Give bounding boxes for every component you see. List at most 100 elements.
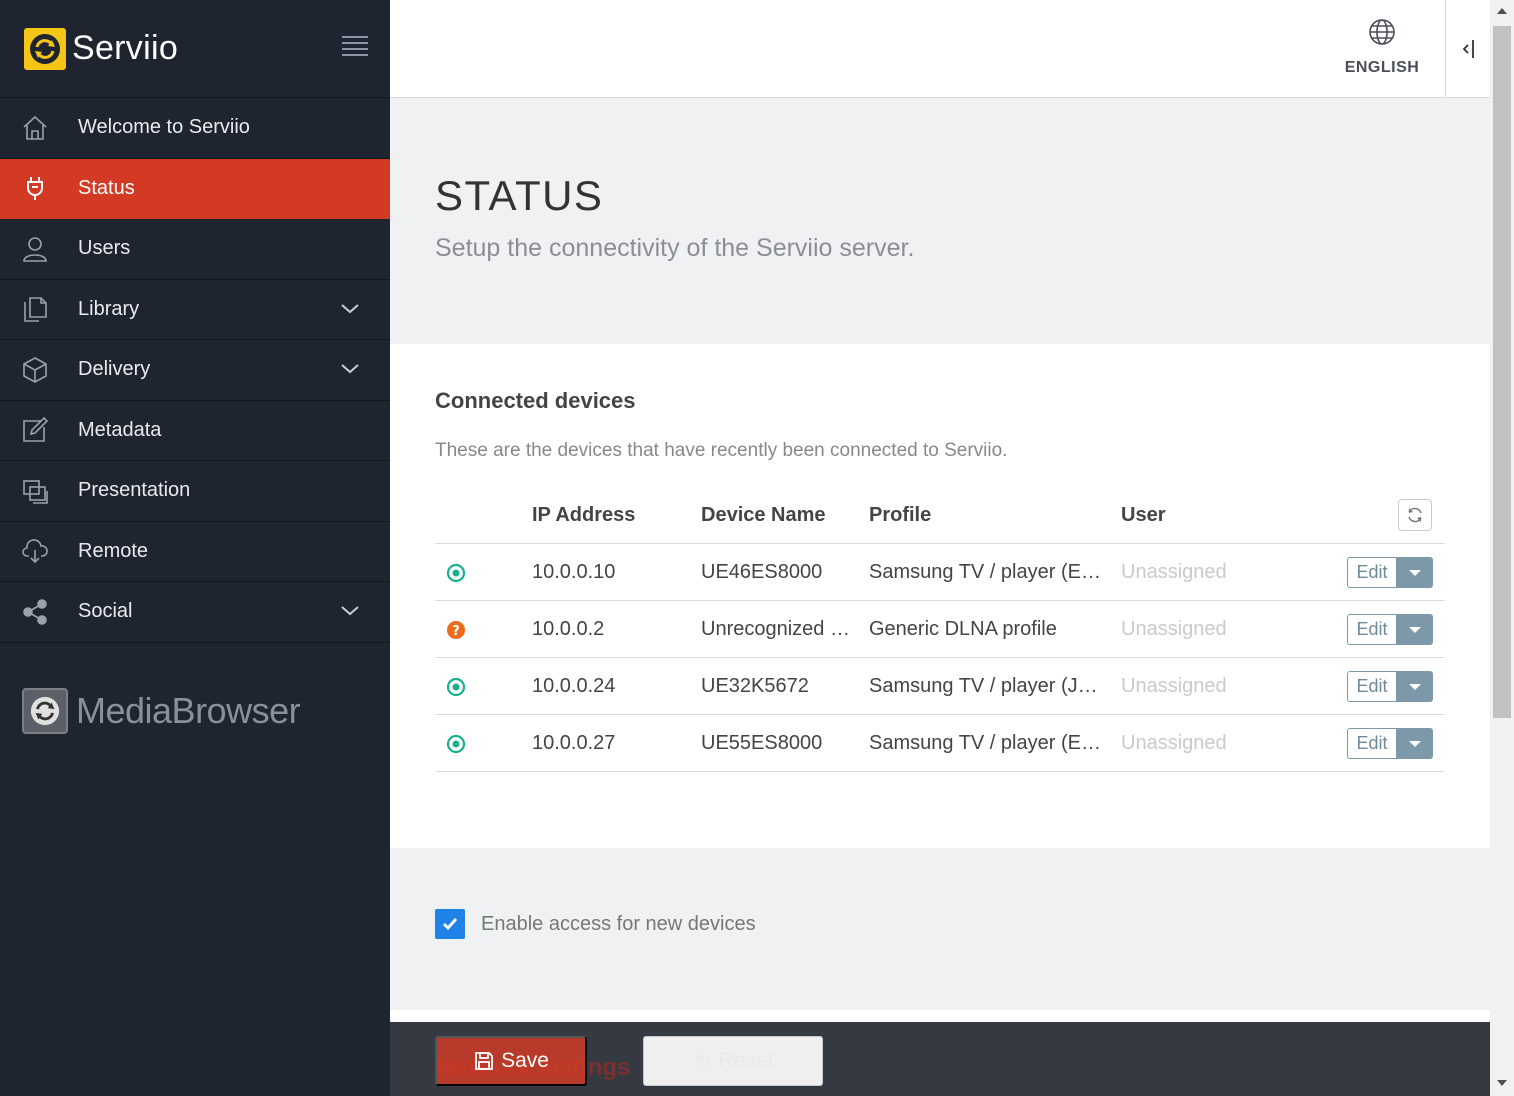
cloud-icon <box>20 536 50 566</box>
sidebar-nav: Welcome to Serviio Status Users Library <box>0 98 390 643</box>
cell-device-name: UE32K5672 <box>701 675 809 697</box>
sidebar-item-status[interactable]: Status <box>0 158 390 219</box>
brand-name: Serviio <box>72 29 179 67</box>
column-header-device-name[interactable]: Device Name <box>701 504 826 527</box>
sidebar-item-remote[interactable]: Remote <box>0 522 390 582</box>
caret-down-icon <box>1408 683 1421 690</box>
language-selector[interactable]: ENGLISH <box>1344 18 1420 77</box>
column-header-user[interactable]: User <box>1121 504 1165 527</box>
sidebar-item-delivery[interactable]: Delivery <box>0 340 390 401</box>
save-button-label: Save <box>501 1049 549 1072</box>
reset-button[interactable]: Reset <box>643 1036 823 1086</box>
sidebar-item-metadata[interactable]: Metadata <box>0 401 390 461</box>
chevron-down-icon[interactable] <box>340 299 360 319</box>
page-title: STATUS <box>435 172 604 219</box>
page-subtitle: Setup the connectivity of the Serviio se… <box>435 234 915 262</box>
table-header: IP Address Device Name Profile User <box>435 488 1445 544</box>
collapse-panel-button[interactable] <box>1445 0 1490 97</box>
sidebar-item-label: Users <box>78 237 131 260</box>
cell-user: Unassigned <box>1121 732 1227 754</box>
mediabrowser-link[interactable]: MediaBrowser <box>22 688 301 734</box>
edit-button[interactable]: Edit <box>1347 728 1396 759</box>
refresh-button[interactable] <box>1398 499 1432 531</box>
edit-split-button: Edit <box>1347 557 1433 588</box>
home-icon <box>20 113 50 143</box>
connected-status-icon <box>446 734 466 754</box>
hamburger-menu-icon[interactable] <box>342 36 368 56</box>
cell-profile: Samsung TV / player (E… <box>869 732 1101 754</box>
sidebar-item-label: Presentation <box>78 479 191 502</box>
table-row[interactable]: 10.0.0.10 UE46ES8000 Samsung TV / player… <box>435 544 1445 601</box>
sidebar-item-label: Library <box>78 297 140 320</box>
edit-button[interactable]: Edit <box>1347 557 1396 588</box>
sidebar: Serviio Welcome to Serviio Status Users <box>0 0 390 1096</box>
share-icon <box>20 597 50 627</box>
box-icon <box>20 355 50 385</box>
edit-split-button: Edit <box>1347 728 1433 759</box>
sidebar-item-label: Remote <box>78 539 149 562</box>
edit-dropdown-toggle[interactable] <box>1396 671 1433 702</box>
section-description: These are the devices that have recently… <box>435 440 1008 461</box>
sidebar-item-label: Metadata <box>78 418 162 441</box>
top-bar: ENGLISH <box>390 0 1490 98</box>
sidebar-item-library[interactable]: Library <box>0 280 390 340</box>
refresh-icon <box>1408 507 1422 523</box>
edit-dropdown-toggle[interactable] <box>1396 614 1433 645</box>
cell-device-name: Unrecognized … <box>701 618 850 640</box>
cell-device-name: UE46ES8000 <box>701 561 823 583</box>
enable-new-devices-label: Enable access for new devices <box>481 912 756 935</box>
mediabrowser-name: MediaBrowser <box>76 690 301 731</box>
edit-button[interactable]: Edit <box>1347 671 1396 702</box>
checkmark-icon <box>442 918 458 931</box>
cell-user: Unassigned <box>1121 561 1227 583</box>
enable-new-devices-setting[interactable]: Enable access for new devices <box>435 909 756 939</box>
sidebar-item-label: Social <box>78 600 133 623</box>
sidebar-item-presentation[interactable]: Presentation <box>0 461 390 522</box>
sidebar-item-users[interactable]: Users <box>0 219 390 280</box>
cell-device-name: UE55ES8000 <box>701 732 823 754</box>
table-row[interactable]: ? 10.0.0.2 Unrecognized … Generic DLNA p… <box>435 601 1445 658</box>
cell-ip: 10.0.0.10 <box>532 561 616 583</box>
plug-icon <box>20 173 50 203</box>
cell-profile: Generic DLNA profile <box>869 618 1057 640</box>
save-button[interactable]: Save <box>435 1036 587 1086</box>
action-bar: Network settings Save Reset <box>390 1022 1490 1096</box>
scroll-thumb[interactable] <box>1493 26 1511 718</box>
cell-ip: 10.0.0.27 <box>532 732 616 754</box>
undo-icon <box>693 1051 713 1071</box>
sidebar-item-social[interactable]: Social <box>0 582 390 643</box>
chevron-down-icon[interactable] <box>340 359 360 379</box>
serviio-logo-icon <box>24 27 66 70</box>
scroll-down-arrow-icon[interactable] <box>1497 1080 1507 1086</box>
edit-dropdown-toggle[interactable] <box>1396 728 1433 759</box>
connected-status-icon <box>446 677 466 697</box>
cell-user: Unassigned <box>1121 618 1227 640</box>
connected-devices-card: Connected devices These are the devices … <box>390 344 1490 848</box>
brand: Serviio <box>0 0 390 98</box>
edit-dropdown-toggle[interactable] <box>1396 557 1433 588</box>
cell-user: Unassigned <box>1121 675 1227 697</box>
edit-button[interactable]: Edit <box>1347 614 1396 645</box>
sidebar-item-welcome[interactable]: Welcome to Serviio <box>0 98 390 159</box>
page-scrollbar[interactable] <box>1490 0 1514 1096</box>
table-row[interactable]: 10.0.0.27 UE55ES8000 Samsung TV / player… <box>435 715 1445 772</box>
connected-status-icon <box>446 563 466 583</box>
enable-new-devices-checkbox[interactable] <box>435 909 465 939</box>
edit-icon <box>20 415 50 445</box>
cell-profile: Samsung TV / player (E… <box>869 561 1101 583</box>
cell-ip: 10.0.0.2 <box>532 618 605 640</box>
scroll-up-arrow-icon[interactable] <box>1497 8 1507 14</box>
table-row[interactable]: 10.0.0.24 UE32K5672 Samsung TV / player … <box>435 658 1445 715</box>
cell-ip: 10.0.0.24 <box>532 675 616 697</box>
sidebar-item-label: Status <box>78 176 135 199</box>
chevron-down-icon[interactable] <box>340 601 360 621</box>
section-title: Connected devices <box>435 388 636 413</box>
column-header-profile[interactable]: Profile <box>869 504 931 527</box>
globe-icon <box>1368 19 1396 50</box>
collapse-left-icon <box>1462 39 1474 58</box>
column-header-ip[interactable]: IP Address <box>532 504 635 527</box>
cell-profile: Samsung TV / player (J-… <box>869 675 1104 697</box>
files-icon <box>20 294 50 324</box>
reset-button-label: Reset <box>718 1049 774 1072</box>
caret-down-icon <box>1408 626 1421 633</box>
